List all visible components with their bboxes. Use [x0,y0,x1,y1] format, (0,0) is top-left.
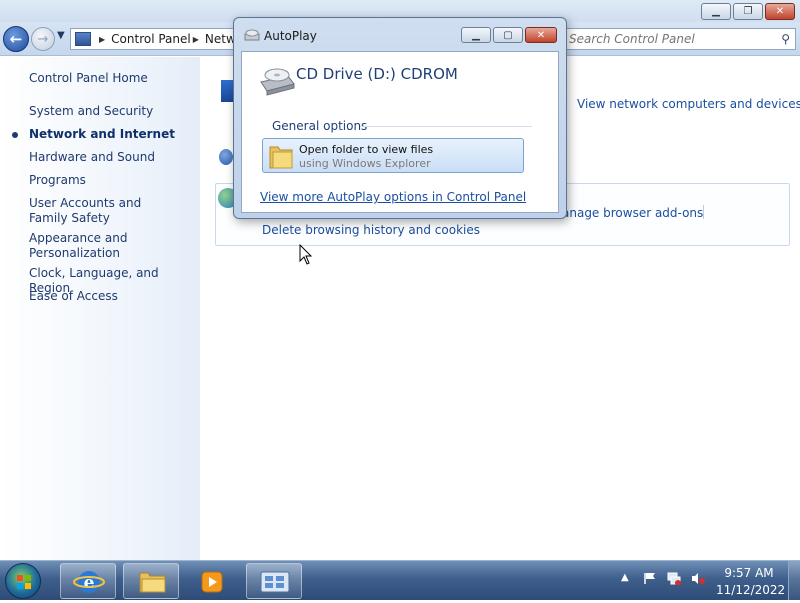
control-panel-icon [260,571,290,593]
homegroup-icon [219,149,233,165]
breadcrumb-arrow-icon[interactable]: ▶ [99,35,105,44]
autoplay-dialog: AutoPlay ▁ ▢ ✕ CD Drive (D:) CDROM Gener… [233,17,567,219]
minimize-icon: ▁ [472,29,480,41]
open-folder-option[interactable]: Open folder to view files using Windows … [262,138,524,173]
network-icon[interactable] [667,572,681,585]
option-sublabel: using Windows Explorer [299,157,431,170]
minimize-button[interactable]: ▁ [701,3,731,20]
dialog-body: CD Drive (D:) CDROM General options Open… [241,51,559,213]
breadcrumb-network[interactable]: Netw [205,32,236,46]
sidebar-item-appearance[interactable]: Appearance and Personalization [29,231,129,261]
manage-browser-addons-link[interactable]: anage browser add-ons [562,206,703,220]
media-player-icon [201,571,223,593]
autoplay-minimize-button[interactable]: ▁ [461,27,491,43]
clock-time[interactable]: 9:57 AM [721,566,777,580]
breadcrumb-control-panel[interactable]: Control Panel [111,32,191,46]
autoplay-maximize-button[interactable]: ▢ [493,27,523,43]
close-icon: ✕ [775,6,785,17]
sidebar-item-user-accounts[interactable]: User Accounts and Family Safety [29,196,179,226]
close-button[interactable]: ✕ [765,3,795,20]
option-label: Open folder to view files [299,143,434,156]
windows-logo-icon [17,575,31,589]
recent-pages-dropdown-icon[interactable]: ▼ [57,30,65,41]
folder-icon [139,572,166,593]
sidebar-item-programs[interactable]: Programs [29,173,194,188]
search-box[interactable]: ⚲ [562,28,796,50]
folder-icon [269,146,293,169]
taskbar-internet-explorer[interactable]: e [60,563,116,599]
drive-heading: CD Drive (D:) CDROM [296,65,458,83]
search-icon[interactable]: ⚲ [781,32,790,46]
minimize-icon: ▁ [712,6,720,17]
forward-button[interactable]: → [31,27,55,51]
volume-muted-icon[interactable] [691,572,705,585]
view-network-computers-link[interactable]: View network computers and devices [577,97,800,111]
start-button[interactable] [5,563,41,599]
clock-date[interactable]: 11/12/2022 [716,583,785,597]
close-icon: ✕ [536,29,546,41]
autoplay-close-button[interactable]: ✕ [525,27,557,43]
mouse-cursor-icon [299,244,313,265]
sidebar: Control Panel Home System and Security N… [0,57,200,560]
link-separator [703,205,704,219]
back-arrow-icon: ← [9,30,23,48]
maximize-icon: ▢ [503,29,513,41]
action-center-flag-icon[interactable] [643,572,657,585]
taskbar-control-panel[interactable] [246,563,302,599]
taskbar-windows-explorer[interactable] [123,563,179,599]
show-desktop-button[interactable] [788,561,800,600]
back-button[interactable]: ← [3,26,29,52]
cd-drive-large-icon [260,68,295,96]
svg-text:e: e [84,573,95,593]
sidebar-item-hardware-and-sound[interactable]: Hardware and Sound [29,150,194,165]
taskbar-windows-media-player[interactable] [185,563,241,599]
active-bullet-icon [12,132,18,138]
sidebar-item-control-panel-home[interactable]: Control Panel Home [29,71,194,86]
internet-explorer-icon: e [73,571,105,593]
show-hidden-icons-icon[interactable]: ▲ [621,572,635,585]
general-options-label: General options [272,119,368,133]
restore-icon: ❐ [743,6,753,17]
delete-browsing-history-link[interactable]: Delete browsing history and cookies [262,223,480,237]
more-autoplay-options-link[interactable]: View more AutoPlay options in Control Pa… [260,190,526,204]
search-input[interactable] [567,31,767,47]
forward-arrow-icon: → [37,31,49,47]
sidebar-item-ease-of-access[interactable]: Ease of Access [29,289,194,304]
breadcrumb-arrow-icon[interactable]: ▶ [193,35,199,44]
control-panel-icon [75,32,91,46]
sidebar-item-system-and-security[interactable]: System and Security [29,104,194,119]
cd-drive-icon [244,29,260,41]
sidebar-item-network-and-internet[interactable]: Network and Internet [29,127,194,142]
maximize-button[interactable]: ❐ [733,3,763,20]
dialog-title: AutoPlay [264,29,317,43]
section-divider [360,126,532,127]
